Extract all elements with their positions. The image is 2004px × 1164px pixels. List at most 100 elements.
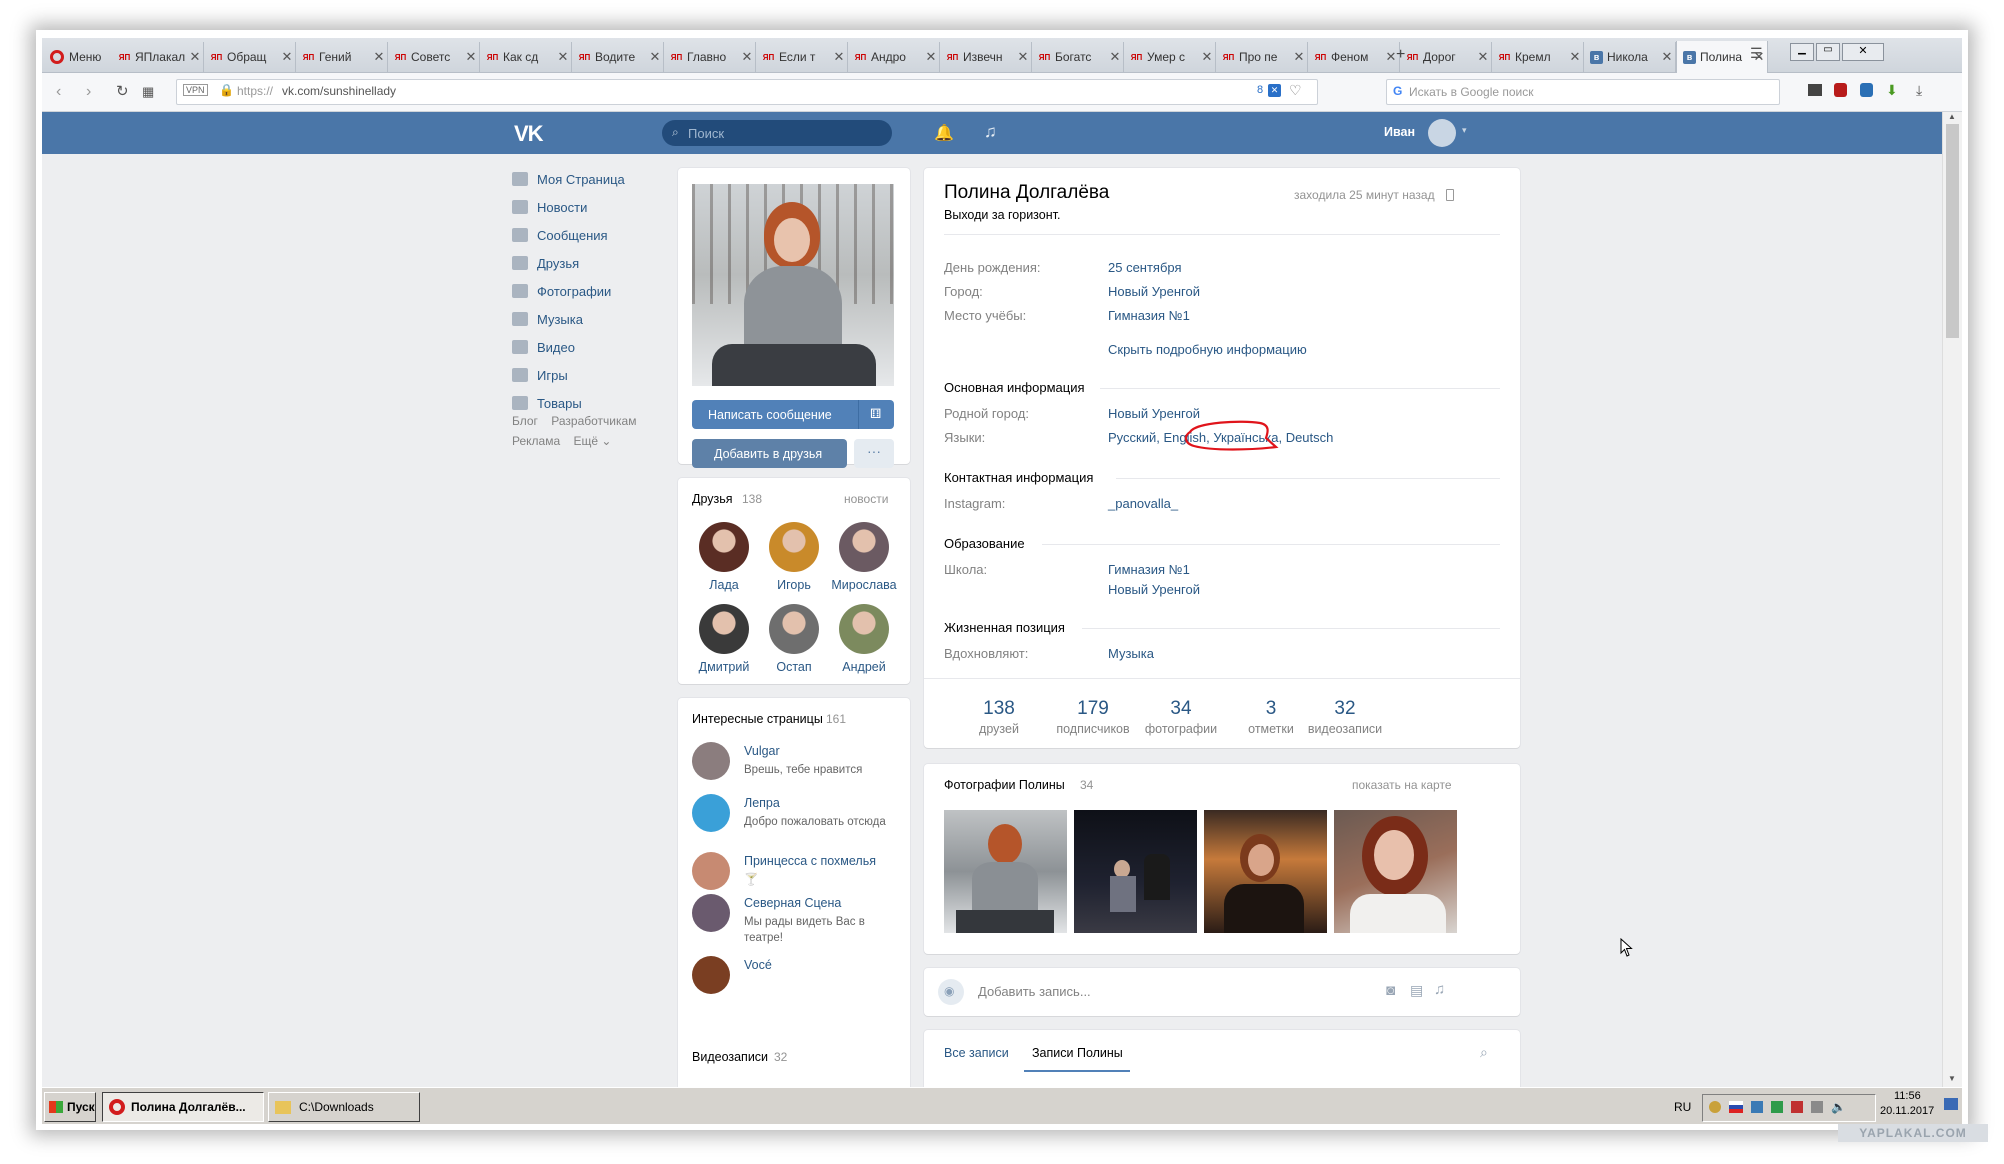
scroll-up-icon[interactable]: ▲: [1948, 112, 1956, 121]
clock-date[interactable]: 20.11.2017: [1880, 1105, 1934, 1117]
close-tab-icon[interactable]: ✕: [279, 49, 295, 65]
vk-search-input[interactable]: ⌕ Поиск: [662, 120, 892, 146]
attach-music-icon[interactable]: ♫: [1434, 981, 1445, 998]
sidebar-item[interactable]: Друзья: [512, 252, 579, 274]
browser-tab[interactable]: ЯП Про пе ✕: [1216, 42, 1308, 72]
page-name[interactable]: Vocé: [744, 958, 772, 972]
wall-search-icon[interactable]: ⌕: [1480, 1044, 1488, 1061]
instagram-value[interactable]: _panovalla_: [1108, 496, 1178, 511]
hide-info-link[interactable]: Скрыть подробную информацию: [1108, 342, 1307, 357]
browser-tab[interactable]: ЯП Гений ✕: [296, 42, 388, 72]
sidebar-item[interactable]: Фотографии: [512, 280, 611, 302]
add-friend-button[interactable]: Добавить в друзья: [692, 439, 847, 468]
user-avatar[interactable]: [1428, 119, 1456, 147]
friend-name[interactable]: Лада: [684, 578, 764, 592]
footer-blog-link[interactable]: Блог: [512, 414, 538, 428]
russian-flag-icon[interactable]: [1729, 1101, 1743, 1113]
school-city-value[interactable]: Новый Уренгой: [1108, 582, 1200, 597]
page-avatar[interactable]: [692, 956, 730, 994]
tray-network-icon[interactable]: [1771, 1101, 1783, 1113]
sidebar-item[interactable]: Моя Страница: [512, 168, 625, 190]
chevron-down-icon[interactable]: ▾: [1462, 125, 1467, 136]
school-value[interactable]: Гимназия №1: [1108, 562, 1190, 577]
friend-avatar[interactable]: [769, 522, 819, 572]
close-tab-icon[interactable]: ✕: [1475, 49, 1491, 65]
friend-avatar[interactable]: [839, 522, 889, 572]
google-search-field[interactable]: G Искать в Google поиск: [1386, 79, 1780, 105]
sidebar-item[interactable]: Сообщения: [512, 224, 608, 246]
start-button[interactable]: Пуск: [44, 1092, 96, 1122]
friend-avatar[interactable]: [769, 604, 819, 654]
browser-tab[interactable]: ЯП Главно ✕: [664, 42, 756, 72]
browser-tab[interactable]: в Никола ✕: [1584, 42, 1676, 72]
address-field[interactable]: VPN 🔒 https:// vk.com/sunshinellady 8 ✕ …: [176, 79, 1318, 105]
tray-app-icon[interactable]: [1709, 1101, 1721, 1113]
lang-german[interactable]: Deutsch: [1286, 430, 1334, 445]
close-tab-icon[interactable]: ✕: [1291, 49, 1307, 65]
page-name[interactable]: Северная Сцена: [744, 896, 841, 910]
clock-time[interactable]: 11:56: [1894, 1090, 1921, 1102]
close-tab-icon[interactable]: ✕: [371, 49, 387, 65]
photos-title[interactable]: Фотографии Полины: [944, 778, 1065, 792]
opera-menu-button[interactable]: Меню: [50, 42, 101, 72]
birthday-value[interactable]: 25 сентября: [1108, 260, 1182, 275]
new-tab-button[interactable]: +: [1396, 46, 1405, 64]
sidebar-item[interactable]: Музыка: [512, 308, 583, 330]
lang-russian[interactable]: Русский: [1108, 430, 1156, 445]
close-tab-icon[interactable]: ✕: [1199, 49, 1215, 65]
close-tab-icon[interactable]: ✕: [1659, 49, 1675, 65]
page-name[interactable]: Лепра: [744, 796, 780, 810]
page-avatar[interactable]: [692, 742, 730, 780]
close-tab-icon[interactable]: ✕: [1107, 49, 1123, 65]
write-message-button[interactable]: Написать сообщение ⚅: [692, 400, 894, 429]
show-on-map-link[interactable]: показать на карте: [1352, 778, 1452, 792]
show-desktop-icon[interactable]: [1944, 1098, 1958, 1110]
close-tab-icon[interactable]: ✕: [187, 49, 203, 65]
adblock-icon[interactable]: ✕: [1268, 84, 1281, 97]
close-tab-icon[interactable]: ✕: [555, 49, 571, 65]
download-helper-icon[interactable]: ⬇: [1886, 82, 1898, 99]
footer-more-link[interactable]: Ещё: [573, 434, 598, 448]
tray-usb-icon[interactable]: [1811, 1101, 1823, 1113]
tab-own-posts[interactable]: Записи Полины: [1032, 1046, 1123, 1060]
extension-icon[interactable]: [1808, 84, 1822, 96]
inspire-value[interactable]: Музыка: [1108, 646, 1154, 661]
tray-shield-icon[interactable]: [1751, 1101, 1763, 1113]
close-tab-icon[interactable]: ✕: [831, 49, 847, 65]
friend-name[interactable]: Андрей: [824, 660, 904, 674]
forward-icon[interactable]: ›: [86, 83, 91, 101]
input-language[interactable]: RU: [1674, 1100, 1691, 1114]
interesting-title[interactable]: Интересные страницы: [692, 712, 823, 726]
vk-logo[interactable]: VK: [514, 121, 544, 147]
close-window-button[interactable]: ✕: [1842, 43, 1884, 61]
add-post-input[interactable]: Добавить запись...: [978, 984, 1091, 999]
tab-menu-icon[interactable]: ☰: [1750, 45, 1763, 62]
close-tab-icon[interactable]: ✕: [1567, 49, 1583, 65]
videos-title[interactable]: Видеозаписи: [692, 1050, 768, 1064]
browser-tab[interactable]: ЯП Как сд ✕: [480, 42, 572, 72]
sidebar-item[interactable]: Видео: [512, 336, 575, 358]
taskbar-opera-window[interactable]: Полина Долгалёв...: [102, 1092, 264, 1122]
attach-photo-icon[interactable]: ◙: [1386, 982, 1395, 999]
photo-thumbnail[interactable]: [944, 810, 1067, 933]
maximize-button[interactable]: ▭: [1816, 43, 1840, 61]
notifications-bell-icon[interactable]: 🔔: [934, 123, 954, 143]
extension-2-icon[interactable]: [1860, 83, 1873, 97]
browser-tab[interactable]: ЯП Богатс ✕: [1032, 42, 1124, 72]
sidebar-item[interactable]: Новости: [512, 196, 587, 218]
user-name[interactable]: Иван: [1384, 125, 1415, 139]
friend-avatar[interactable]: [839, 604, 889, 654]
adblock-count[interactable]: 8: [1257, 84, 1263, 96]
sidebar-item[interactable]: Игры: [512, 364, 568, 386]
back-icon[interactable]: ‹: [56, 83, 61, 101]
minimize-button[interactable]: ▁: [1790, 43, 1814, 61]
friend-name[interactable]: Игорь: [754, 578, 834, 592]
footer-ads-link[interactable]: Реклама: [512, 434, 560, 448]
profile-photo[interactable]: [692, 184, 894, 386]
gift-icon[interactable]: ⚅: [870, 406, 881, 422]
more-actions-button[interactable]: ···: [854, 439, 894, 468]
ublock-icon[interactable]: [1834, 83, 1847, 97]
browser-tab[interactable]: ЯП Кремл ✕: [1492, 42, 1584, 72]
scroll-thumb[interactable]: [1946, 124, 1959, 338]
page-name[interactable]: Vulgar: [744, 744, 780, 758]
